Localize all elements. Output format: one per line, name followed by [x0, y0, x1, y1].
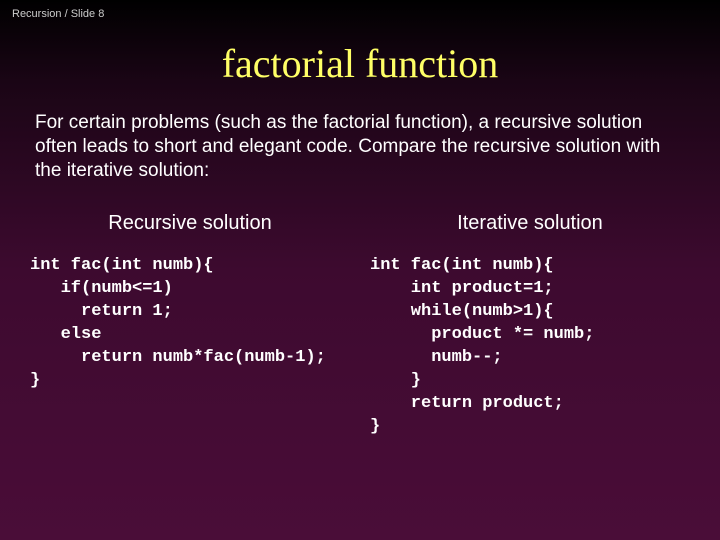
right-column: Iterative solution int fac(int numb){ in… [360, 212, 700, 439]
left-column: Recursive solution int fac(int numb){ if… [20, 212, 360, 439]
recursive-code: int fac(int numb){ if(numb<=1) return 1;… [30, 255, 350, 393]
breadcrumb: Recursion / Slide 8 [0, 0, 720, 20]
iterative-code: int fac(int numb){ int product=1; while(… [370, 255, 690, 439]
iterative-heading: Iterative solution [370, 212, 690, 235]
recursive-heading: Recursive solution [30, 212, 350, 235]
page-title: factorial function [0, 40, 720, 87]
intro-paragraph: For certain problems (such as the factor… [0, 111, 720, 182]
columns-container: Recursive solution int fac(int numb){ if… [0, 212, 720, 439]
